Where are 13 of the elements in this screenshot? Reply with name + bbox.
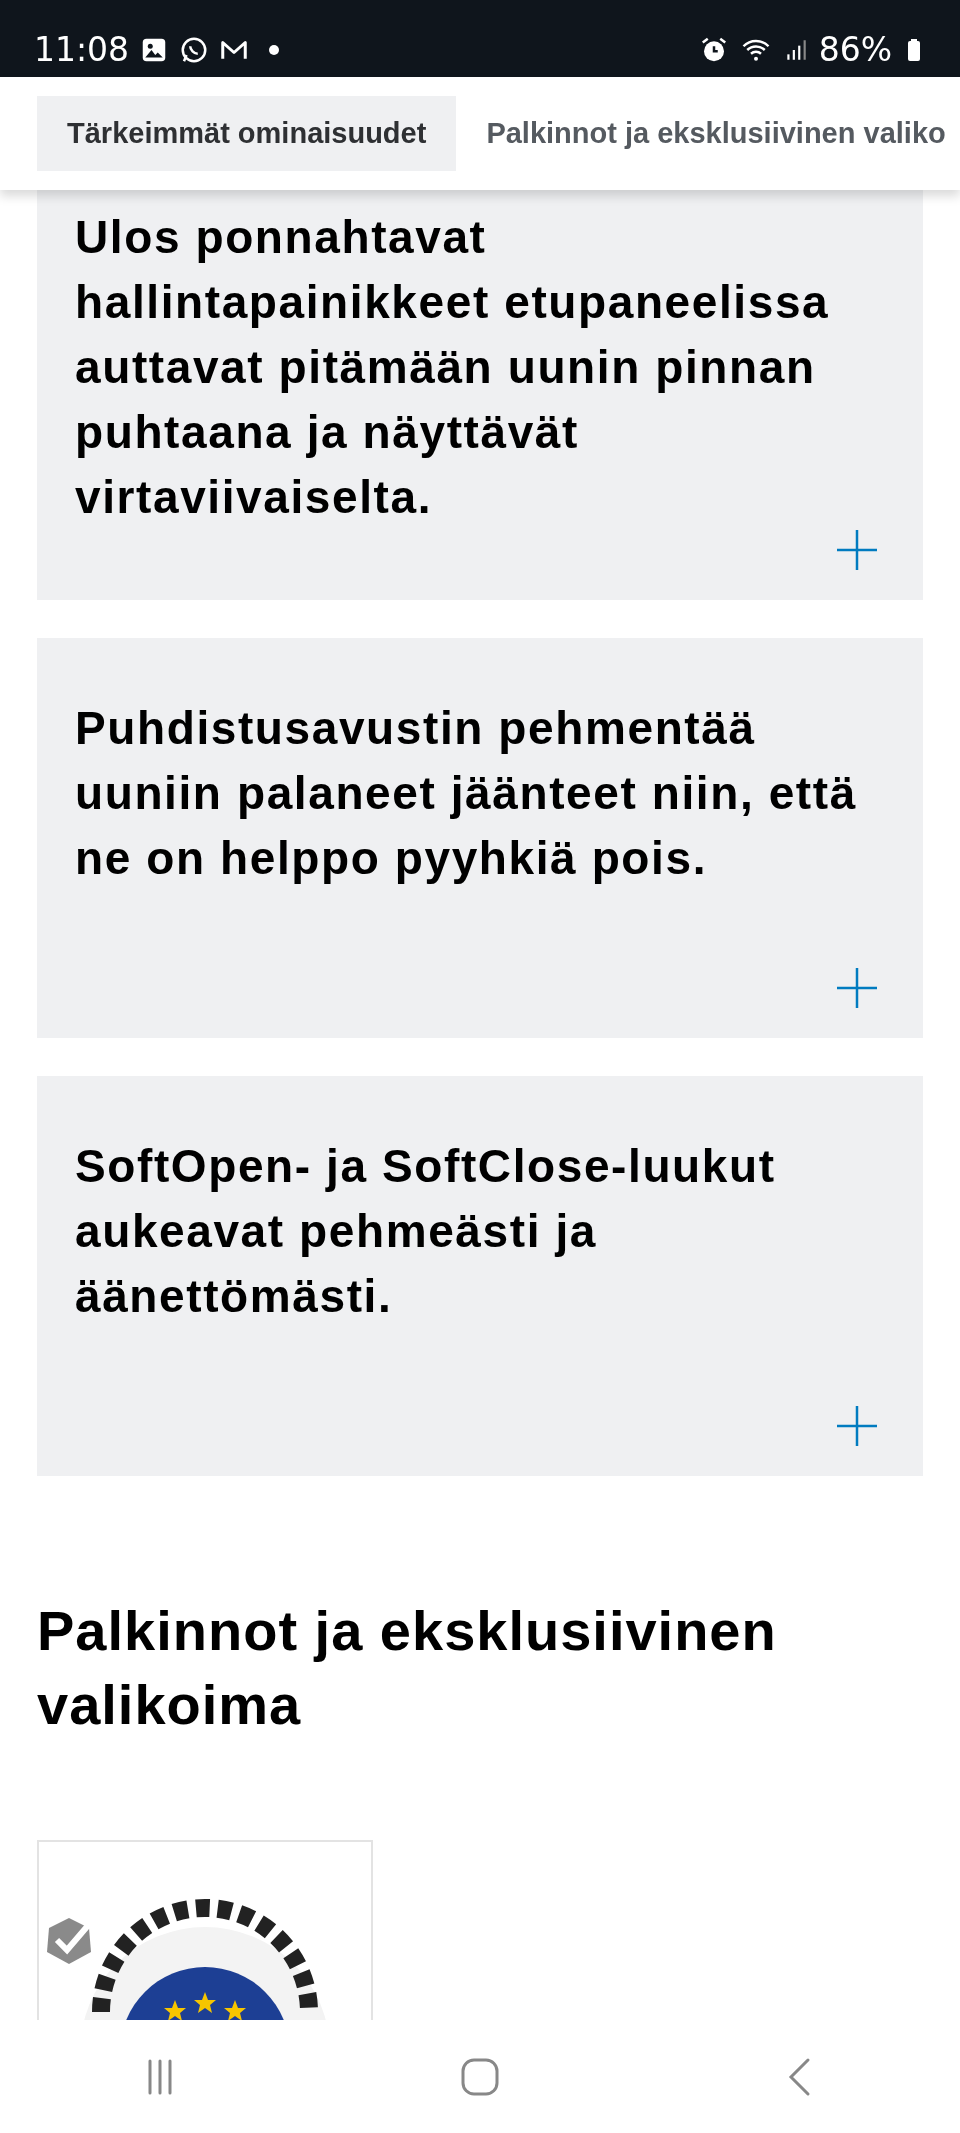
section-tab[interactable]: Tärkeimmät ominaisuudet [37, 96, 457, 171]
plus-icon[interactable] [837, 1406, 877, 1446]
feature-text: Ulos ponnahtavat hallintapainikkeet etupaneelissa auttavat pitämään uunin pinnan puhtaana ja näyttävät virtaviivaiselta. [75, 210, 831, 525]
home-icon[interactable] [460, 2056, 500, 2097]
feature-text: Puhdistusavustin pehmentää uuniin palaneet jäänteet niin, että ne on helppo pyyhkiä pois. [75, 701, 858, 886]
section-heading: Palkinnot ja eksklusiivinen valikoima [37, 1598, 778, 1738]
battery-percent: 86% [818, 30, 892, 69]
dot-icon [269, 44, 280, 55]
plus-icon[interactable] [837, 968, 877, 1008]
status-time: 11:08 [34, 30, 130, 69]
section-tab[interactable]: Palkinnot ja eksklusiivinen valiko [456, 96, 960, 171]
feature-text: SoftOpen- ja SoftClose-luukut aukeavat pehmeästi ja äänettömästi. [75, 1139, 777, 1324]
plus-icon[interactable] [837, 530, 877, 570]
